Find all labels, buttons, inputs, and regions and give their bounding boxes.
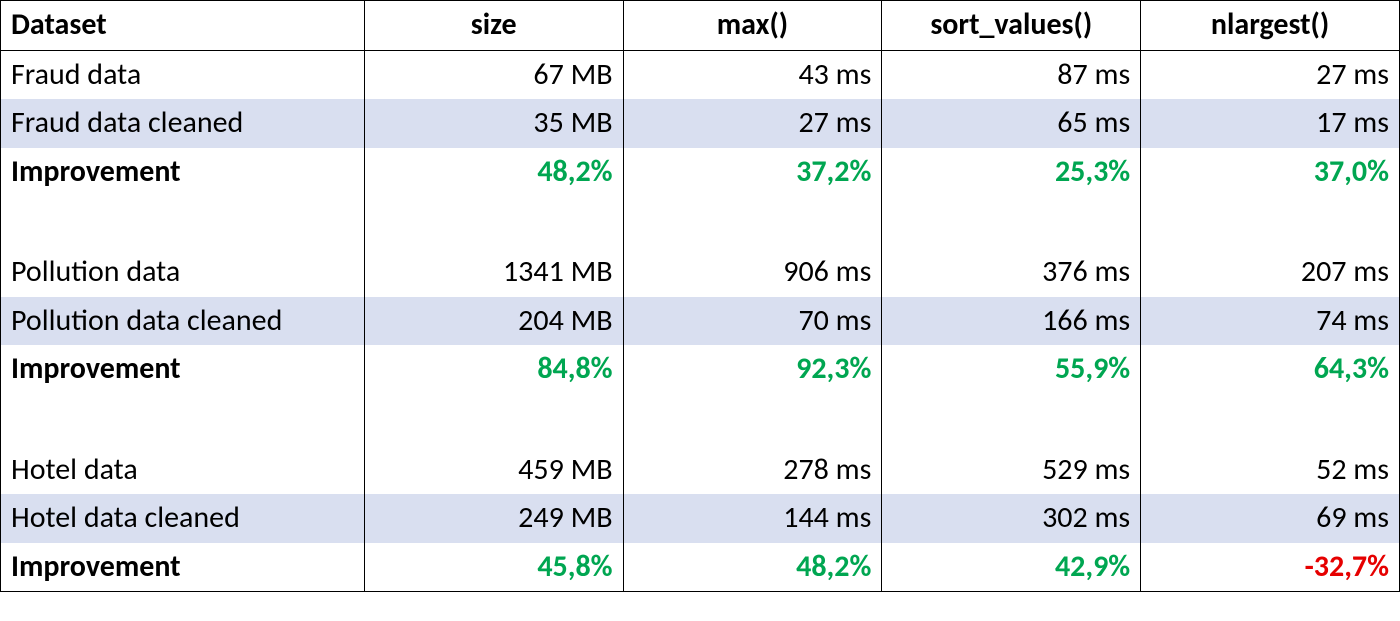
dataset-label: Fraud data xyxy=(1,50,365,99)
improvement-row: Improvement 84,8% 92,3% 55,9% 64,3% xyxy=(1,345,1400,394)
improvement-row: Improvement 45,8% 48,2% 42,9% -32,7% xyxy=(1,543,1400,592)
cell-value: 87 ms xyxy=(882,50,1141,99)
improvement-cell: 48,2% xyxy=(364,148,623,197)
improvement-cell: 37,2% xyxy=(623,148,882,197)
cell-value: 74 ms xyxy=(1141,297,1400,346)
col-dataset: Dataset xyxy=(1,1,365,51)
cell-value: 144 ms xyxy=(623,494,882,543)
cell-value: 204 MB xyxy=(364,297,623,346)
cell-value: 906 ms xyxy=(623,248,882,297)
dataset-label: Improvement xyxy=(1,148,365,197)
cell-value: 302 ms xyxy=(882,494,1141,543)
cell-value: 376 ms xyxy=(882,248,1141,297)
col-size: size xyxy=(364,1,623,51)
improvement-cell: 42,9% xyxy=(882,543,1141,592)
col-max: max() xyxy=(623,1,882,51)
improvement-cell: 48,2% xyxy=(623,543,882,592)
improvement-row: Improvement 48,2% 37,2% 25,3% 37,0% xyxy=(1,148,1400,197)
improvement-cell: -32,7% xyxy=(1141,543,1400,592)
col-sort-values: sort_values() xyxy=(882,1,1141,51)
table-row: Fraud data 67 MB 43 ms 87 ms 27 ms xyxy=(1,50,1400,99)
cell-value: 529 ms xyxy=(882,446,1141,495)
cell-value: 52 ms xyxy=(1141,446,1400,495)
cell-value: 70 ms xyxy=(623,297,882,346)
table-row: Hotel data cleaned 249 MB 144 ms 302 ms … xyxy=(1,494,1400,543)
improvement-cell: 84,8% xyxy=(364,345,623,394)
cell-value: 27 ms xyxy=(1141,50,1400,99)
cell-value: 166 ms xyxy=(882,297,1141,346)
spacer-row xyxy=(1,196,1400,248)
dataset-label: Pollution data cleaned xyxy=(1,297,365,346)
dataset-label: Improvement xyxy=(1,345,365,394)
dataset-label: Fraud data cleaned xyxy=(1,99,365,148)
cell-value: 278 ms xyxy=(623,446,882,495)
dataset-label: Hotel data cleaned xyxy=(1,494,365,543)
table-row: Fraud data cleaned 35 MB 27 ms 65 ms 17 … xyxy=(1,99,1400,148)
dataset-label: Hotel data xyxy=(1,446,365,495)
spacer-row xyxy=(1,394,1400,446)
improvement-cell: 92,3% xyxy=(623,345,882,394)
improvement-cell: 45,8% xyxy=(364,543,623,592)
dataset-label: Pollution data xyxy=(1,248,365,297)
cell-value: 35 MB xyxy=(364,99,623,148)
dataset-label: Improvement xyxy=(1,543,365,592)
cell-value: 43 ms xyxy=(623,50,882,99)
benchmark-table: Dataset size max() sort_values() nlarges… xyxy=(0,0,1400,592)
header-row: Dataset size max() sort_values() nlarges… xyxy=(1,1,1400,51)
col-nlargest: nlargest() xyxy=(1141,1,1400,51)
table-row: Hotel data 459 MB 278 ms 529 ms 52 ms xyxy=(1,446,1400,495)
table-row: Pollution data cleaned 204 MB 70 ms 166 … xyxy=(1,297,1400,346)
cell-value: 249 MB xyxy=(364,494,623,543)
improvement-cell: 37,0% xyxy=(1141,148,1400,197)
table-row: Pollution data 1341 MB 906 ms 376 ms 207… xyxy=(1,248,1400,297)
cell-value: 65 ms xyxy=(882,99,1141,148)
improvement-cell: 55,9% xyxy=(882,345,1141,394)
improvement-cell: 64,3% xyxy=(1141,345,1400,394)
cell-value: 459 MB xyxy=(364,446,623,495)
cell-value: 1341 MB xyxy=(364,248,623,297)
cell-value: 67 MB xyxy=(364,50,623,99)
cell-value: 207 ms xyxy=(1141,248,1400,297)
cell-value: 69 ms xyxy=(1141,494,1400,543)
cell-value: 17 ms xyxy=(1141,99,1400,148)
cell-value: 27 ms xyxy=(623,99,882,148)
improvement-cell: 25,3% xyxy=(882,148,1141,197)
